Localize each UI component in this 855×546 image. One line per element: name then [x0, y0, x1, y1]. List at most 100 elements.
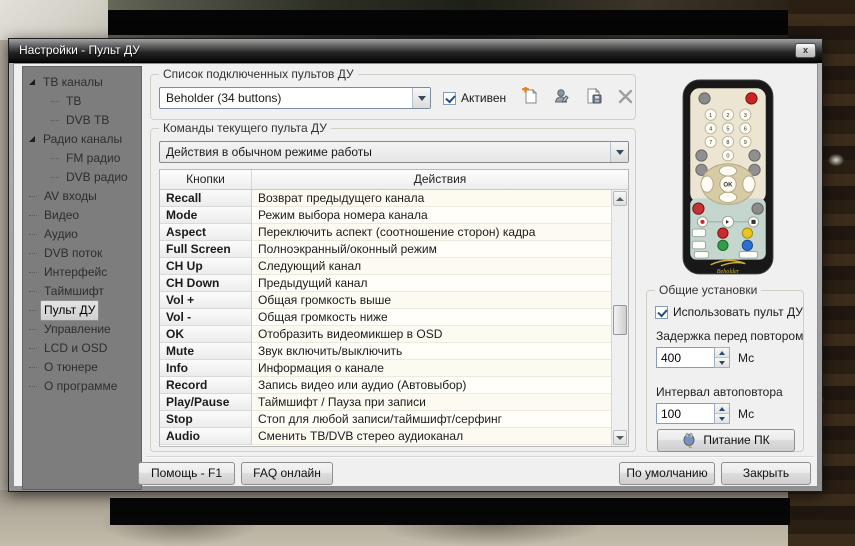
delete-remote-icon[interactable] — [615, 85, 637, 107]
cell-action[interactable]: Информация о канале — [252, 360, 611, 377]
cell-action[interactable]: Общая громкость ниже — [252, 309, 611, 326]
checkbox-check-icon[interactable] — [655, 306, 668, 319]
chevron-down-icon[interactable] — [412, 88, 430, 108]
checkbox-check-icon[interactable] — [443, 92, 456, 105]
cell-action[interactable]: Переключить аспект (соотношение сторон) … — [252, 224, 611, 241]
spin-up-icon[interactable] — [715, 348, 729, 358]
column-header-actions[interactable]: Действия — [252, 170, 628, 189]
sidebar-item-управление[interactable]: Управление — [29, 320, 137, 339]
table-scrollbar[interactable] — [611, 190, 628, 446]
table-row[interactable]: InfoИнформация о канале — [160, 360, 611, 377]
sidebar-item-интерфейс[interactable]: Интерфейс — [29, 263, 137, 282]
cell-action[interactable]: Таймшифт / Пауза при записи — [252, 394, 611, 411]
cell-button-name[interactable]: Recall — [160, 190, 252, 207]
cell-action[interactable]: Стоп для любой записи/таймшифт/серфинг — [252, 411, 611, 428]
cell-action[interactable]: Следующий канал — [252, 258, 611, 275]
remote-control-image: 1234567890 OK — [678, 78, 778, 278]
cell-button-name[interactable]: CH Up — [160, 258, 252, 275]
use-remote-checkbox[interactable]: Использовать пульт ДУ — [655, 304, 803, 320]
cell-action[interactable]: Режим выбора номера канала — [252, 207, 611, 224]
command-mode-select[interactable]: Действия в обычном режиме работы — [159, 141, 629, 163]
cell-button-name[interactable]: Mute — [160, 343, 252, 360]
table-row[interactable]: AudioСменить ТВ/DVB стерео аудиоканал — [160, 428, 611, 445]
cell-button-name[interactable]: Stop — [160, 411, 252, 428]
spin-down-icon[interactable] — [715, 358, 729, 367]
table-row[interactable]: MuteЗвук включить/выключить — [160, 343, 611, 360]
table-row[interactable]: RecallВозврат предыдущего канала — [160, 190, 611, 207]
repeat-delay-stepper[interactable] — [714, 347, 730, 368]
cell-action[interactable]: Сменить ТВ/DVB стерео аудиоканал — [252, 428, 611, 445]
cell-action[interactable]: Запись видео или аудио (Автовыбор) — [252, 377, 611, 394]
cell-button-name[interactable]: Vol - — [160, 309, 252, 326]
cell-button-name[interactable]: Audio — [160, 428, 252, 445]
sidebar-item-радио-каналы[interactable]: Радио каналы — [29, 130, 137, 149]
edit-remote-icon[interactable] — [551, 85, 573, 107]
faq-button[interactable]: FAQ онлайн — [241, 462, 333, 485]
sidebar-item-пульт-ду[interactable]: Пульт ДУ — [29, 301, 137, 320]
titlebar[interactable]: Настройки - Пульт ДУ x — [9, 39, 822, 63]
sidebar-item-label: DVB ТВ — [62, 110, 113, 131]
sidebar-item-видео[interactable]: Видео — [29, 206, 137, 225]
save-remote-icon[interactable] — [583, 85, 605, 107]
table-row[interactable]: CH DownПредыдущий канал — [160, 275, 611, 292]
new-remote-icon[interactable] — [519, 85, 541, 107]
sidebar-item-таймшифт[interactable]: Таймшифт — [29, 282, 137, 301]
sidebar-item-dvb-радио[interactable]: DVB радио — [29, 168, 137, 187]
repeat-interval-input[interactable] — [656, 403, 714, 424]
cell-button-name[interactable]: OK — [160, 326, 252, 343]
column-header-buttons[interactable]: Кнопки — [160, 170, 252, 189]
cell-button-name[interactable]: CH Down — [160, 275, 252, 292]
table-row[interactable]: Play/PauseТаймшифт / Пауза при записи — [160, 394, 611, 411]
cell-button-name[interactable]: Info — [160, 360, 252, 377]
sidebar-item-dvb-поток[interactable]: DVB поток — [29, 244, 137, 263]
cell-button-name[interactable]: Full Screen — [160, 241, 252, 258]
cell-action[interactable]: Полноэкранный/оконный режим — [252, 241, 611, 258]
table-row[interactable]: AspectПереключить аспект (соотношение ст… — [160, 224, 611, 241]
scroll-down-icon[interactable] — [613, 430, 627, 445]
repeat-delay-input[interactable] — [656, 347, 714, 368]
table-row[interactable]: Vol +Общая громкость выше — [160, 292, 611, 309]
cell-button-name[interactable]: Record — [160, 377, 252, 394]
table-row[interactable]: Full ScreenПолноэкранный/оконный режим — [160, 241, 611, 258]
active-checkbox[interactable]: Активен — [443, 90, 506, 106]
sidebar-item-av-входы[interactable]: AV входы — [29, 187, 137, 206]
scroll-up-icon[interactable] — [613, 191, 627, 206]
expand-icon[interactable] — [29, 136, 35, 142]
repeat-interval-stepper[interactable] — [714, 403, 730, 424]
table-row[interactable]: ModeРежим выбора номера канала — [160, 207, 611, 224]
sidebar-item-fm-радио[interactable]: FM радио — [29, 149, 137, 168]
cell-button-name[interactable]: Mode — [160, 207, 252, 224]
spin-up-icon[interactable] — [715, 404, 729, 414]
sidebar-item-о-тюнере[interactable]: О тюнере — [29, 358, 137, 377]
defaults-button[interactable]: По умолчанию — [619, 462, 715, 485]
table-row[interactable]: OKОтобразить видеомикшер в OSD — [160, 326, 611, 343]
pc-power-button[interactable]: Питание ПК — [657, 429, 795, 452]
cell-action[interactable]: Предыдущий канал — [252, 275, 611, 292]
remote-select[interactable]: Beholder (34 buttons) — [159, 87, 431, 109]
cell-button-name[interactable]: Vol + — [160, 292, 252, 309]
help-button[interactable]: Помощь - F1 — [138, 462, 235, 485]
sidebar-item-lcd-и-osd[interactable]: LCD и OSD — [29, 339, 137, 358]
cell-action[interactable]: Общая громкость выше — [252, 292, 611, 309]
scrollbar-thumb[interactable] — [613, 305, 627, 335]
cell-action[interactable]: Звук включить/выключить — [252, 343, 611, 360]
sidebar-item-тв-каналы[interactable]: ТВ каналы — [29, 73, 137, 92]
cell-action[interactable]: Отобразить видеомикшер в OSD — [252, 326, 611, 343]
table-row[interactable]: StopСтоп для любой записи/таймшифт/серфи… — [160, 411, 611, 428]
sidebar-item-аудио[interactable]: Аудио — [29, 225, 137, 244]
cell-button-name[interactable]: Play/Pause — [160, 394, 252, 411]
sidebar-item-dvb-тв[interactable]: DVB ТВ — [29, 111, 137, 130]
table-row[interactable]: RecordЗапись видео или аудио (Автовыбор) — [160, 377, 611, 394]
cell-button-name[interactable]: Aspect — [160, 224, 252, 241]
table-row[interactable]: Vol -Общая громкость ниже — [160, 309, 611, 326]
close-window-button[interactable]: x — [795, 43, 816, 58]
cell-action[interactable]: Возврат предыдущего канала — [252, 190, 611, 207]
expand-icon[interactable] — [29, 79, 35, 85]
sidebar-item-о-программе[interactable]: О программе — [29, 377, 137, 396]
spin-down-icon[interactable] — [715, 414, 729, 423]
table-row[interactable]: CH UpСледующий канал — [160, 258, 611, 275]
sidebar-item-тв[interactable]: ТВ — [29, 92, 137, 111]
chevron-down-icon[interactable] — [610, 142, 628, 162]
close-button[interactable]: Закрыть — [721, 462, 811, 485]
table-header[interactable]: Кнопки Действия — [160, 170, 628, 190]
